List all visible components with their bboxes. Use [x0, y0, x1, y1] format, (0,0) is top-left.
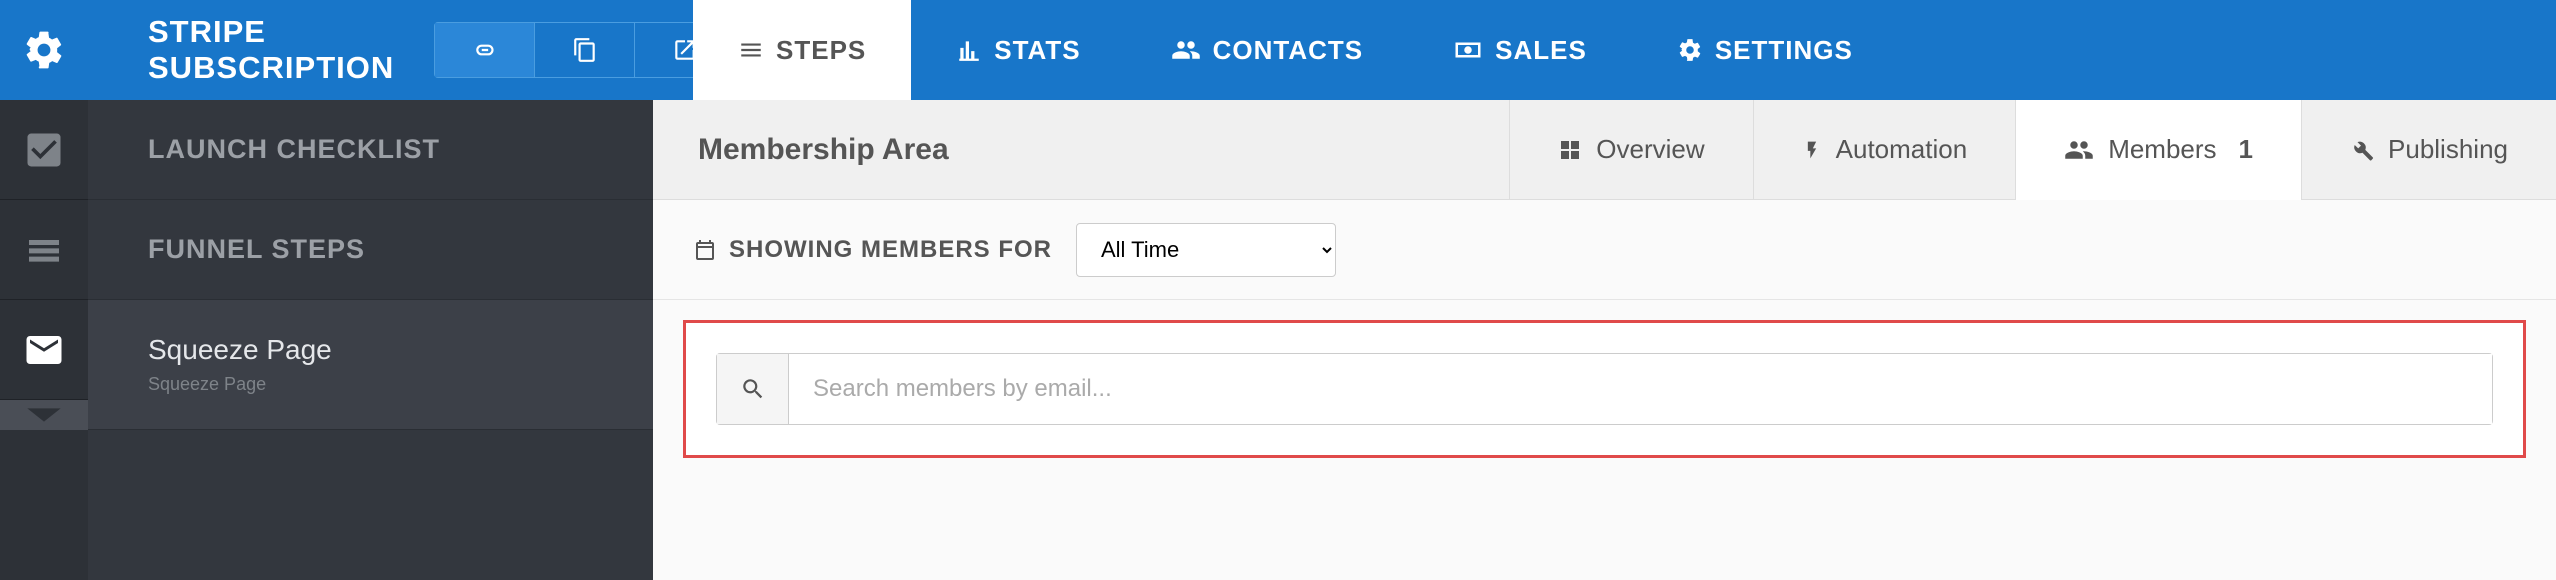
sidebar: LAUNCH CHECKLIST FUNNEL STEPS Squeeze Pa… — [88, 100, 653, 580]
gear-icon — [1677, 37, 1703, 63]
sidebar-funnel-label: FUNNEL STEPS — [148, 234, 365, 265]
step-title: Squeeze Page — [148, 334, 332, 366]
title-text: STRIPE SUBSCRIPTION — [148, 14, 394, 86]
nav-stats-label: STATS — [994, 35, 1080, 66]
nav-sales[interactable]: SALES — [1408, 0, 1632, 100]
search-highlight-box — [683, 320, 2526, 458]
nav-steps[interactable]: STEPS — [693, 0, 911, 100]
tab-members-label: Members — [2108, 134, 2216, 165]
calendar-icon — [693, 238, 717, 262]
page-title: Membership Area — [653, 133, 1509, 167]
sidebar-launch-label: LAUNCH CHECKLIST — [148, 134, 440, 165]
tab-automation-label: Automation — [1836, 134, 1968, 165]
tab-members[interactable]: Members 1 — [2015, 100, 2301, 200]
tab-automation[interactable]: Automation — [1753, 100, 2016, 200]
top-bar: STRIPE SUBSCRIPTION — [0, 0, 2556, 100]
checkbox-icon — [22, 128, 66, 172]
money-icon — [1453, 35, 1483, 65]
members-count: 1 — [2239, 134, 2253, 165]
bars-icon — [738, 37, 764, 63]
rail-email[interactable] — [0, 300, 88, 400]
tab-publishing[interactable]: Publishing — [2301, 100, 2556, 200]
nav-settings-label: SETTINGS — [1715, 35, 1853, 66]
filter-label: SHOWING MEMBERS FOR — [693, 236, 1052, 264]
users-icon — [1171, 35, 1201, 65]
link-icon — [472, 37, 498, 63]
chart-icon — [956, 37, 982, 63]
nav-settings[interactable]: SETTINGS — [1632, 0, 1898, 100]
left-rail — [0, 100, 88, 580]
chevron-down-icon — [24, 405, 64, 425]
sidebar-launch-checklist[interactable]: LAUNCH CHECKLIST — [88, 100, 653, 200]
search-input[interactable] — [789, 354, 2492, 424]
tab-overview[interactable]: Overview — [1509, 100, 1752, 200]
sidebar-funnel-steps[interactable]: FUNNEL STEPS — [88, 200, 653, 300]
tab-publishing-label: Publishing — [2388, 134, 2508, 165]
grid-icon — [1558, 138, 1582, 162]
filter-row: SHOWING MEMBERS FOR All Time — [653, 200, 2556, 300]
link-button[interactable] — [435, 23, 535, 77]
sub-header: Membership Area Overview Automation — [653, 100, 2556, 200]
sub-tabs: Overview Automation Members 1 — [1509, 100, 2556, 200]
sidebar-step-squeeze[interactable]: Squeeze Page Squeeze Page — [88, 300, 653, 430]
filter-label-text: SHOWING MEMBERS FOR — [729, 236, 1052, 264]
search-box — [716, 353, 2493, 425]
nav-contacts[interactable]: CONTACTS — [1126, 0, 1409, 100]
search-icon-cell — [717, 354, 789, 424]
users-icon — [2064, 135, 2094, 165]
rail-steps[interactable] — [0, 200, 88, 300]
wrench-icon — [2350, 138, 2374, 162]
main-content: Membership Area Overview Automation — [653, 100, 2556, 580]
nav-contacts-label: CONTACTS — [1213, 35, 1364, 66]
envelope-icon — [23, 329, 65, 371]
tab-overview-label: Overview — [1596, 134, 1704, 165]
copy-button[interactable] — [535, 23, 635, 77]
nav-sales-label: SALES — [1495, 35, 1587, 66]
bars-icon — [24, 230, 64, 270]
funnel-title: STRIPE SUBSCRIPTION — [88, 0, 653, 100]
nav-steps-label: STEPS — [776, 35, 866, 66]
nav-stats[interactable]: STATS — [911, 0, 1125, 100]
bolt-icon — [1802, 138, 1822, 162]
step-subtitle: Squeeze Page — [148, 374, 266, 395]
gear-icon — [22, 28, 66, 72]
rail-chevron[interactable] — [0, 400, 88, 430]
settings-gear-button[interactable] — [0, 0, 88, 100]
time-range-select[interactable]: All Time — [1076, 223, 1336, 277]
rail-checklist[interactable] — [0, 100, 88, 200]
body: LAUNCH CHECKLIST FUNNEL STEPS Squeeze Pa… — [0, 100, 2556, 580]
top-nav: STEPS STATS CONTACTS SALES SETTINGS — [693, 0, 2556, 100]
search-icon — [740, 376, 766, 402]
copy-icon — [572, 37, 598, 63]
